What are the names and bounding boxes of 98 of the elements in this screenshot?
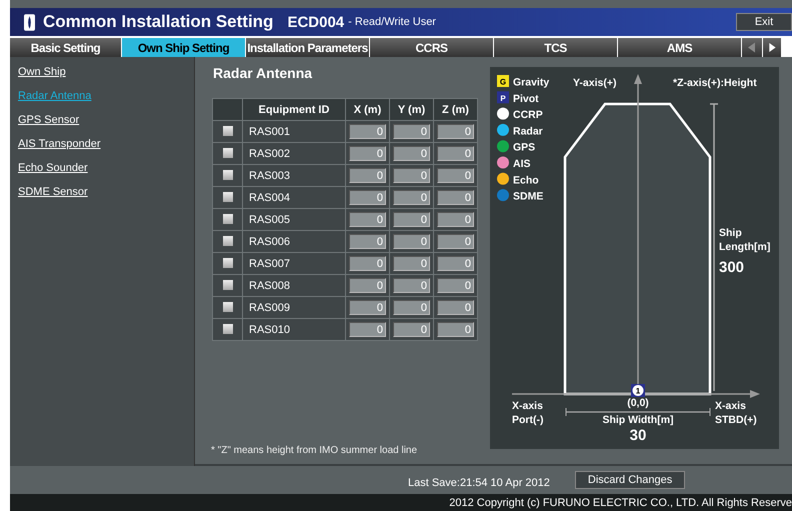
legend-label: SDME: [513, 190, 544, 203]
logo-icon: [24, 14, 35, 30]
sidebar-link[interactable]: SDME Sensor: [18, 185, 88, 200]
tab[interactable]: AMS: [618, 38, 741, 57]
z-input[interactable]: 0: [437, 256, 474, 271]
sidebar-link[interactable]: Echo Sounder: [18, 161, 88, 176]
sidebar-link[interactable]: GPS Sensor: [18, 113, 80, 128]
device-name: ECD004: [287, 14, 344, 30]
x-input[interactable]: 0: [349, 234, 386, 249]
x-input[interactable]: 0: [349, 146, 386, 161]
y-input[interactable]: 0: [393, 234, 430, 249]
port-axis-label: X-axis Port(-): [512, 400, 544, 426]
equipment-id-cell: RAS003: [242, 164, 346, 186]
y-input[interactable]: 0: [393, 190, 430, 205]
checkbox[interactable]: [222, 192, 232, 202]
checkbox[interactable]: [222, 148, 232, 158]
z-input[interactable]: 0: [437, 322, 474, 337]
checkbox[interactable]: [222, 126, 232, 136]
z-input[interactable]: 0: [437, 234, 474, 249]
scroll-left-icon[interactable]: [742, 38, 762, 57]
window-title: Common Installation Setting: [43, 12, 274, 32]
x-input[interactable]: 0: [349, 322, 386, 337]
z-input[interactable]: 0: [437, 278, 474, 293]
equipment-id-cell: RAS006: [242, 230, 346, 252]
equipment-id-cell: RAS009: [242, 296, 346, 318]
y-input[interactable]: 0: [393, 124, 430, 139]
legend-letter: P: [500, 94, 506, 103]
x-input[interactable]: 0: [349, 168, 386, 183]
sidebar-link[interactable]: Own Ship: [18, 65, 66, 80]
column-header: Equipment ID: [242, 98, 346, 120]
x-input[interactable]: 0: [349, 256, 386, 271]
y-input[interactable]: 0: [393, 322, 430, 337]
y-input[interactable]: 0: [393, 146, 430, 161]
z-axis-label: *Z-axis(+):Height: [673, 77, 757, 89]
z-input[interactable]: 0: [437, 168, 474, 183]
y-input[interactable]: 0: [393, 212, 430, 227]
user-role: - Read/Write User: [348, 16, 436, 28]
z-input[interactable]: 0: [437, 124, 474, 139]
sidebar-link[interactable]: AIS Transponder: [18, 137, 101, 152]
checkbox[interactable]: [222, 236, 232, 246]
ship-length-value: 300: [719, 259, 744, 276]
tab[interactable]: Basic Setting: [10, 38, 121, 57]
y-axis-label: Y-axis(+): [573, 77, 616, 89]
x-input[interactable]: 0: [349, 300, 386, 315]
z-input[interactable]: 0: [437, 212, 474, 227]
legend-label: Pivot: [513, 92, 539, 105]
last-save-text: Last Save:21:54 10 Apr 2012: [408, 477, 550, 489]
z-input[interactable]: 0: [437, 190, 474, 205]
origin-label: (0,0): [627, 397, 649, 409]
section-title: Radar Antenna: [213, 65, 314, 81]
equipment-id-cell: RAS010: [242, 318, 346, 340]
tab[interactable]: Installation Parameters: [246, 38, 369, 57]
y-input[interactable]: 0: [393, 278, 430, 293]
legend-label: AIS: [513, 158, 531, 170]
ship-width-value: 30: [630, 427, 646, 444]
legend-label: Echo: [513, 174, 539, 186]
z-input[interactable]: 0: [437, 300, 474, 315]
tab[interactable]: CCRS: [370, 38, 493, 57]
equipment-id-cell: RAS001: [242, 120, 346, 142]
legend-label: Gravity: [513, 76, 550, 88]
x-input[interactable]: 0: [349, 190, 386, 205]
equipment-id-cell: RAS007: [242, 252, 346, 274]
legend-letter: G: [500, 78, 506, 86]
scroll-right-icon[interactable]: [763, 38, 781, 57]
tab[interactable]: TCS: [494, 38, 617, 57]
ship-length-label: Ship Length[m]: [719, 227, 770, 253]
exit-button[interactable]: Exit: [736, 13, 792, 31]
y-input[interactable]: 0: [393, 168, 430, 183]
copyright-text: 2012 Copyright (c) FURUNO ELECTRIC CO., LTD. All Rights Reserve: [449, 496, 792, 508]
sidebar-link[interactable]: Radar Antenna: [18, 89, 92, 104]
checkbox[interactable]: [222, 258, 232, 268]
checkbox[interactable]: [222, 280, 232, 290]
z-input[interactable]: 0: [437, 146, 474, 161]
stbd-axis-label: X-axis STBD(+): [715, 400, 757, 426]
equipment-id-cell: RAS002: [242, 142, 346, 164]
discard-changes-button[interactable]: Discard Changes: [574, 471, 686, 489]
legend-label: CCRP: [513, 109, 543, 122]
tab[interactable]: Own Ship Setting: [122, 38, 245, 57]
x-input[interactable]: 0: [349, 278, 386, 293]
x-input[interactable]: 0: [349, 212, 386, 227]
column-header: X (m): [346, 98, 390, 120]
checkbox[interactable]: [222, 302, 232, 312]
column-header: Y (m): [390, 98, 434, 120]
equipment-id-cell: RAS008: [242, 274, 346, 296]
x-input[interactable]: 0: [349, 124, 386, 139]
checkbox[interactable]: [222, 324, 232, 334]
antenna-marker: 1: [631, 384, 645, 397]
checkbox[interactable]: [222, 170, 232, 180]
y-input[interactable]: 0: [393, 300, 430, 315]
column-header: Z (m): [434, 98, 478, 120]
ship-width-label: Ship Width[m]: [602, 414, 674, 426]
y-input[interactable]: 0: [393, 256, 430, 271]
footnote: * "Z" means height from IMO summer load line: [211, 445, 418, 456]
equipment-id-cell: RAS005: [242, 208, 346, 230]
legend-label: GPS: [513, 142, 536, 154]
equipment-id-cell: RAS004: [242, 186, 346, 208]
checkbox[interactable]: [222, 214, 232, 224]
legend-label: Radar: [513, 125, 543, 138]
